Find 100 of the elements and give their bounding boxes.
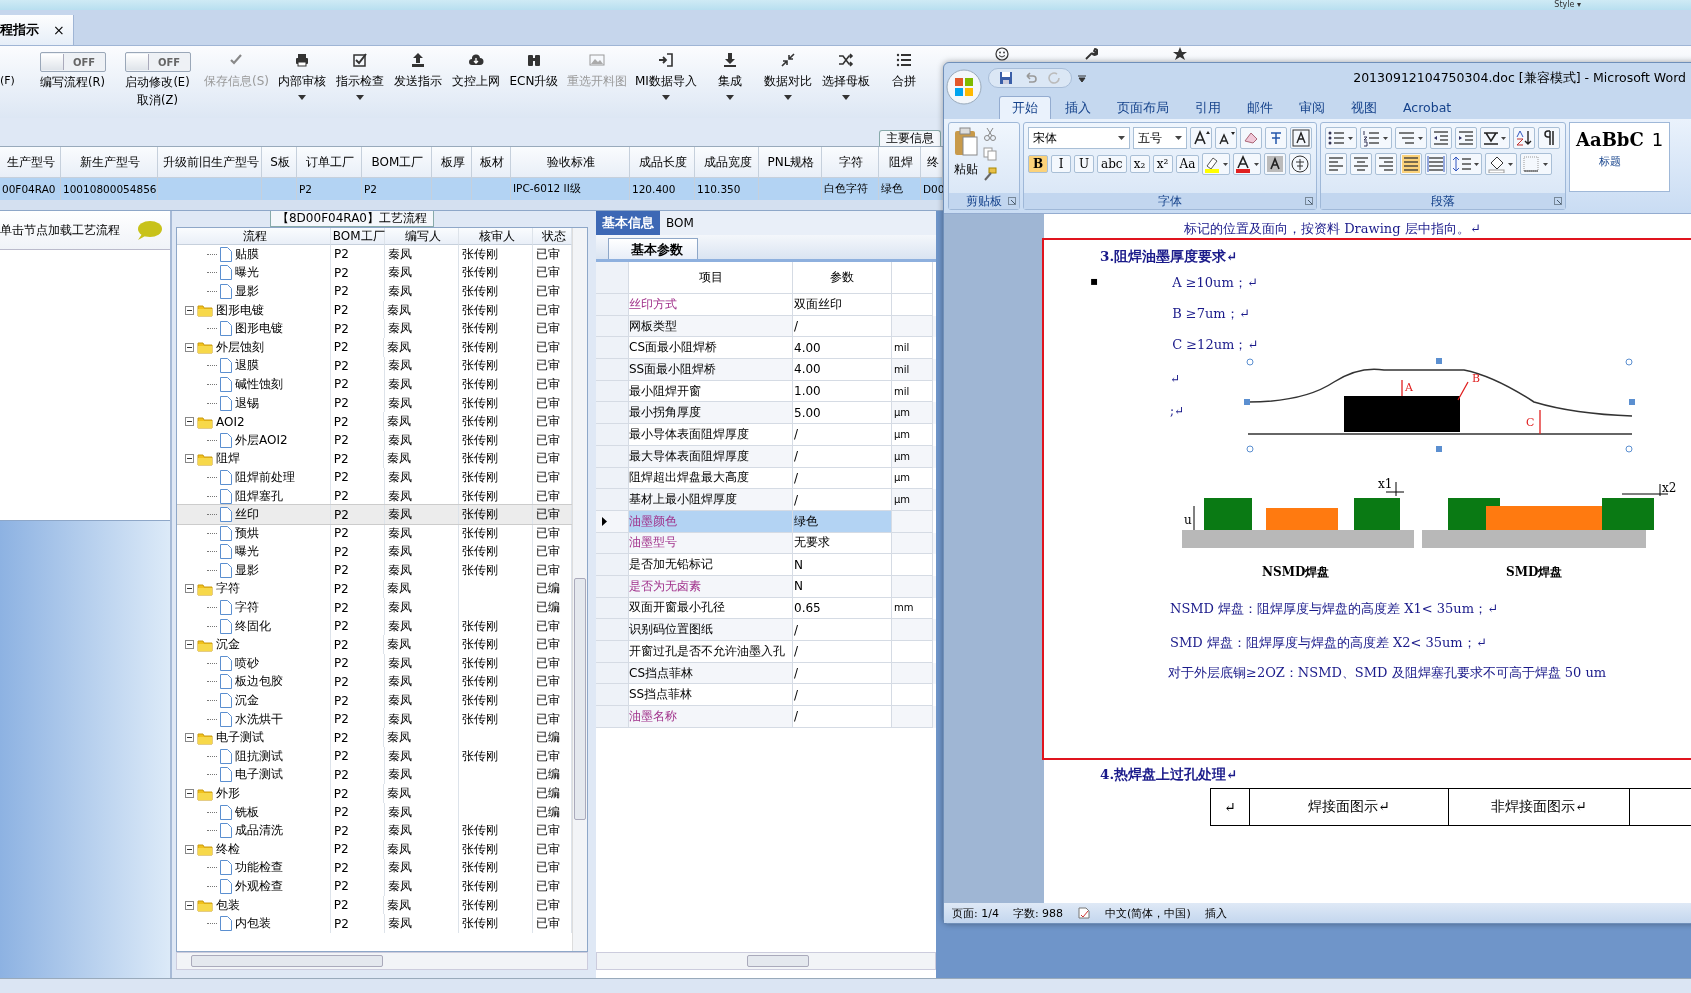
collapse-icon[interactable] — [185, 640, 194, 650]
tree-row[interactable]: 显影 P2 秦凤 张传刚 已审 — [177, 561, 572, 580]
format-button[interactable]: U — [1074, 155, 1094, 173]
tree-row[interactable]: 退膜 P2 秦凤 张传刚 已审 — [177, 356, 572, 376]
table-row[interactable]: 00F04RA0 10010800054856 P2 P2 IPC-6012 II级 120.400 110.350 白色字符 绿色 D00 — [0, 178, 943, 200]
customize-caret-icon[interactable] — [1078, 74, 1086, 82]
tree-row[interactable]: 碱性蚀刻 P2 秦凤 张传刚 已审 — [177, 375, 572, 394]
cancel-button[interactable]: 取消(Z) — [137, 93, 178, 108]
bullet-list-icon[interactable] — [1325, 127, 1357, 149]
tree-row[interactable]: 贴膜 P2 秦凤 张传刚 已审 — [177, 245, 572, 264]
asian-layout-icon[interactable] — [1480, 127, 1510, 149]
style-swatch[interactable]: AaBbC 标题 — [1574, 127, 1646, 187]
highlighter-icon[interactable] — [1202, 153, 1231, 175]
tree-row[interactable]: AOI2 P2 秦凤 张传刚 已审 — [177, 412, 572, 431]
paste-button[interactable]: 粘贴 — [953, 127, 979, 181]
toolbar-button[interactable]: 发送指示 — [389, 52, 447, 100]
menu-label[interactable]: (F) — [0, 74, 30, 87]
tree-row[interactable]: 阻焊前处理 P2 秦凤 张传刚 已审 — [177, 468, 572, 487]
tree-row[interactable]: 包装 P2 秦凤 张传刚 已审 — [177, 895, 572, 915]
toolbar-button[interactable]: 集成 — [700, 52, 759, 100]
table-row[interactable]: SS面最小阻焊桥 4.00 mil — [596, 359, 936, 381]
tree-row[interactable]: 阻抗测试 P2 秦凤 张传刚 已审 — [177, 747, 572, 766]
borders-icon[interactable] — [1520, 153, 1552, 175]
tree-row[interactable]: 终检 P2 秦凤 张传刚 已审 — [177, 840, 572, 859]
style-swatch[interactable]: 1 — [1649, 127, 1666, 187]
font-size-field[interactable]: 五号 — [1132, 127, 1187, 149]
table-row[interactable]: 油墨颜色 绿色 — [596, 510, 936, 533]
scrollbar[interactable] — [572, 228, 587, 951]
multilevel-list-icon[interactable] — [1395, 127, 1427, 149]
brush-icon[interactable] — [983, 167, 997, 181]
shading-icon[interactable] — [1485, 153, 1517, 175]
justify-icon[interactable] — [1400, 153, 1422, 175]
tree-row[interactable]: 丝印 P2 秦凤 张传刚 已审 — [177, 505, 572, 524]
collapse-icon[interactable] — [185, 900, 194, 910]
line-spacing-icon[interactable] — [1450, 153, 1482, 175]
table-row[interactable]: 开窗过孔是否不允许油墨入孔 / — [596, 641, 936, 663]
document-tab[interactable]: 程指示 × — [0, 15, 74, 45]
ribbon-tab[interactable]: 引用 — [1183, 97, 1233, 119]
toolbar-button[interactable]: ECN升级 — [505, 52, 563, 100]
grow-font-icon[interactable] — [1190, 127, 1212, 149]
character-border-icon[interactable] — [1290, 127, 1312, 149]
dialog-launcher-icon[interactable] — [1008, 197, 1016, 205]
toggle-switch[interactable]: OFF — [39, 52, 106, 72]
tree-row[interactable]: 预烘 P2 秦凤 张传刚 已审 — [177, 523, 572, 543]
column-header[interactable]: 流程 — [177, 228, 331, 245]
table-row[interactable]: 丝印方式 双面丝印 — [596, 294, 936, 316]
language-indicator[interactable]: 中文(简体，中国) — [1105, 905, 1191, 921]
table-row[interactable]: 最小拐角厚度 5.00 μm — [596, 402, 936, 425]
collapse-icon[interactable] — [185, 844, 194, 854]
distribute-icon[interactable] — [1425, 153, 1447, 175]
dialog-launcher-icon[interactable] — [1554, 197, 1562, 205]
tree-row[interactable]: 外层蚀刻 P2 秦凤 张传刚 已审 — [177, 337, 572, 357]
tree-row[interactable]: 曝光 P2 秦凤 张传刚 已审 — [177, 542, 572, 562]
tree-row[interactable]: 沉金 P2 秦凤 张传刚 已审 — [177, 635, 572, 655]
toolbar-button[interactable]: 数据对比 — [758, 52, 817, 100]
shrink-font-icon[interactable] — [1215, 127, 1237, 149]
show-marks-icon[interactable] — [1538, 127, 1560, 149]
tree-row[interactable]: 外形 P2 秦凤 已编 — [177, 784, 572, 803]
decrease-indent-icon[interactable] — [1430, 127, 1452, 149]
tab[interactable]: 基本信息 — [596, 211, 660, 235]
office-button-icon[interactable] — [946, 69, 982, 105]
column-header[interactable]: 核审人 — [458, 228, 534, 245]
toolbar-button[interactable]: 合拼 — [874, 52, 933, 100]
wrench-icon[interactable] — [1083, 47, 1098, 61]
format-button[interactable]: Aa — [1175, 155, 1200, 173]
table-row[interactable]: 阻焊超出焊盘最大高度 / μm — [596, 467, 936, 490]
table-row[interactable]: 油墨名称 / — [596, 706, 936, 728]
font-color-icon[interactable] — [1233, 153, 1262, 175]
ribbon-tab[interactable]: 审阅 — [1287, 97, 1337, 119]
format-button[interactable]: abc — [1097, 155, 1127, 173]
tree-row[interactable]: 电子测试 P2 秦凤 已编 — [177, 728, 572, 748]
table-row[interactable]: 最小导体表面阻焊厚度 / μm — [596, 424, 936, 446]
collapse-icon[interactable] — [185, 789, 194, 798]
dialog-launcher-icon[interactable] — [1305, 197, 1313, 205]
toolbar-button[interactable]: MI数据导入 — [631, 52, 701, 100]
increase-indent-icon[interactable] — [1455, 127, 1477, 149]
align-right-icon[interactable] — [1375, 153, 1397, 175]
tree-row[interactable]: 成品清洗 P2 秦凤 张传刚 已审 — [177, 821, 572, 840]
table-row[interactable]: SS挡点菲林 / — [596, 684, 936, 707]
column-header[interactable]: 项目 — [629, 262, 793, 294]
ribbon-tab[interactable]: 视图 — [1339, 97, 1389, 119]
collapse-icon[interactable] — [185, 454, 194, 464]
collapse-icon[interactable] — [185, 733, 194, 743]
sort-icon[interactable] — [1513, 127, 1535, 149]
proofing-icon[interactable] — [1077, 906, 1092, 920]
character-shading-icon[interactable] — [1264, 153, 1287, 175]
tree-row[interactable]: 终固化 P2 秦凤 张传刚 已审 — [177, 616, 572, 636]
tree-row[interactable]: 显影 P2 秦凤 张传刚 已审 — [177, 282, 572, 301]
ribbon-tab[interactable]: 插入 — [1053, 97, 1103, 119]
toolbar-button[interactable]: 选择母板 — [816, 52, 875, 100]
tab[interactable]: BOM — [660, 211, 700, 235]
toolbar-button[interactable]: 指示检查 — [331, 52, 389, 100]
tree-row[interactable]: 喷砂 P2 秦凤 张传刚 已审 — [177, 654, 572, 673]
table-row[interactable]: 最小阻焊开窗 1.00 mil — [596, 380, 936, 403]
table-row[interactable]: 识别码位置图纸 / — [596, 619, 936, 641]
table-row[interactable]: 基材上最小阻焊厚度 / μm — [596, 489, 936, 511]
table-row[interactable]: 网板类型 / — [596, 315, 936, 338]
tree-row[interactable]: 字符 P2 秦凤 已编 — [177, 579, 572, 599]
tree-row[interactable]: 字符 P2 秦凤 已编 — [177, 598, 572, 617]
format-button[interactable]: B — [1028, 155, 1048, 173]
